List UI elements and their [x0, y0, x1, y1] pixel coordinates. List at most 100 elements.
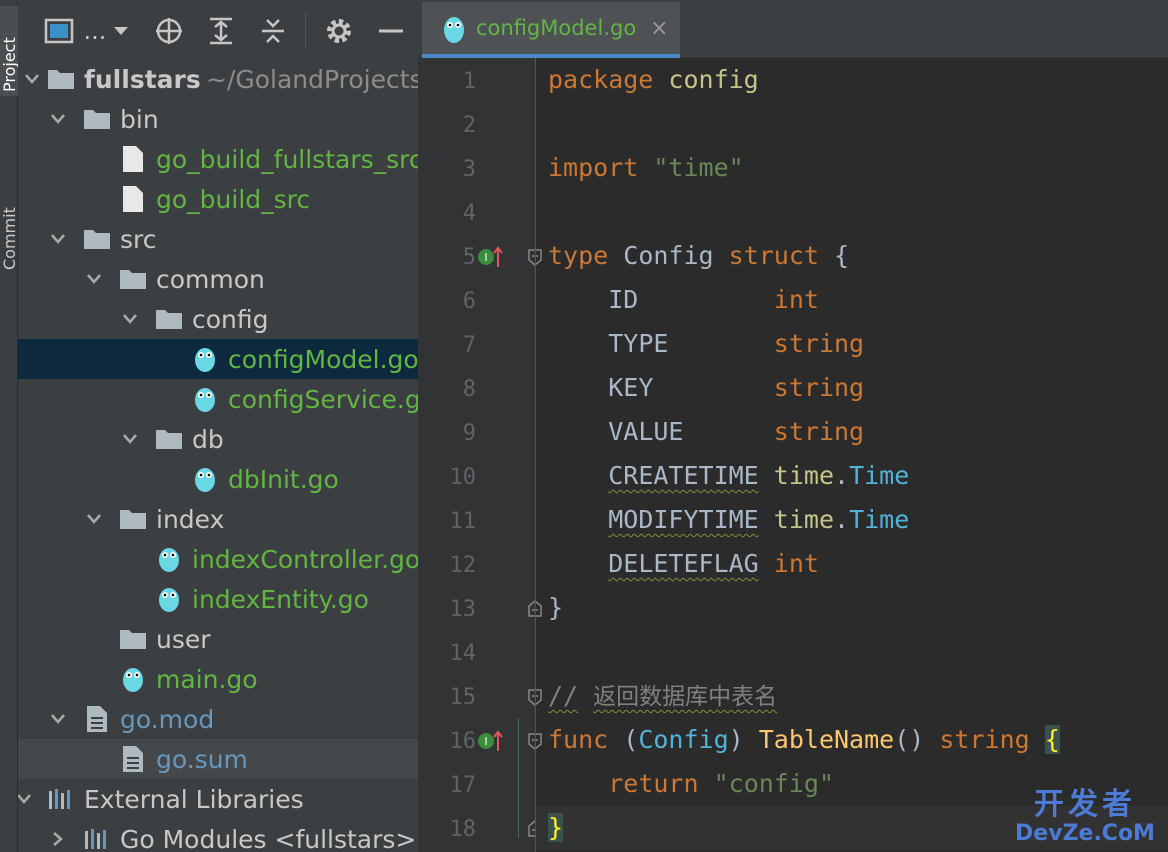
project-tool-button[interactable]: Project: [0, 6, 19, 96]
locate-icon[interactable]: [152, 14, 186, 48]
view-mode-label[interactable]: ...: [80, 14, 110, 48]
chevron-down-icon[interactable]: [84, 269, 104, 289]
field-name: CREATETIME: [608, 461, 759, 490]
svg-text:I: I: [484, 735, 487, 748]
package-name: config: [668, 65, 759, 94]
line-number: 6: [462, 289, 476, 314]
code-line-16: func (Config) TableName() string {: [548, 725, 1060, 754]
expand-all-icon[interactable]: [204, 14, 238, 48]
code-line-18: }: [548, 806, 564, 850]
function-name: TableName: [758, 725, 895, 754]
svg-text:I: I: [484, 251, 487, 264]
chevron-down-icon[interactable]: [120, 429, 140, 449]
tree-row-db[interactable]: db: [18, 419, 418, 459]
tree-row-file[interactable]: go_build_src: [18, 179, 418, 219]
tree-row-user[interactable]: user: [18, 619, 418, 659]
field-name: ID: [608, 285, 639, 314]
code-line-1: package config: [548, 58, 759, 102]
tree-row-root[interactable]: fullstars ~/GolandProjects/fullstars: [18, 59, 418, 99]
chevron-down-icon[interactable]: [22, 69, 42, 89]
folder-icon: [82, 104, 112, 134]
tree-row-index[interactable]: index: [18, 499, 418, 539]
project-panel: ... fullstars ~/GolandProjects/fullstars: [18, 0, 418, 852]
view-mode-icon[interactable]: [42, 14, 76, 48]
tree-row-file[interactable]: indexEntity.go: [18, 579, 418, 619]
tree-row-file[interactable]: indexController.go: [18, 539, 418, 579]
file-name: go_build_fullstars_src: [156, 144, 418, 174]
folder-icon: [46, 64, 76, 94]
type-name: Config: [623, 241, 714, 270]
tree-row-go-modules[interactable]: Go Modules <fullstars>: [18, 819, 418, 852]
code-line-13: }: [548, 586, 563, 630]
scope-guide: [518, 718, 519, 838]
root-folder-path: ~/GolandProjects/fullstars: [206, 64, 418, 94]
close-icon[interactable]: ×: [650, 16, 668, 41]
keyword: import: [548, 153, 639, 182]
code-line-5: type Config struct {: [548, 234, 849, 278]
folder-name: user: [156, 624, 211, 654]
field-name: KEY: [608, 373, 654, 402]
string-literal: "time": [653, 153, 744, 182]
tree-row-selected-file[interactable]: configModel.go: [18, 339, 418, 379]
implemented-interface-icon[interactable]: I: [476, 729, 504, 753]
field-name: DELETEFLAG: [608, 549, 759, 578]
chevron-down-icon[interactable]: [48, 109, 68, 129]
editor-gutter: 1 2 3 4 5 6 7 8 9 10 11 12 13 14 15 16 1…: [418, 58, 542, 852]
tree-row-src[interactable]: src: [18, 219, 418, 259]
module-file-icon: [118, 744, 148, 774]
tree-row-file[interactable]: dbInit.go: [18, 459, 418, 499]
matched-brace: }: [548, 813, 564, 842]
comment-slashes: //: [548, 681, 579, 710]
keyword: func: [548, 725, 609, 754]
code-area[interactable]: package config import "time" type Config…: [548, 58, 1168, 852]
field-type: string: [773, 417, 865, 446]
collapse-all-icon[interactable]: [256, 14, 290, 48]
folder-icon: [118, 264, 148, 294]
chevron-down-icon[interactable]: [48, 709, 68, 729]
tree-row-go-mod[interactable]: go.mod: [18, 699, 418, 739]
tree-row-common[interactable]: common: [18, 259, 418, 299]
commit-tool-button[interactable]: Commit: [0, 160, 19, 270]
field-padding: [638, 285, 773, 314]
line-number: 1: [462, 69, 476, 94]
implemented-interface-icon[interactable]: I: [476, 245, 504, 269]
go-modules-label: Go Modules <fullstars>: [120, 824, 417, 852]
line-number: 5: [462, 245, 476, 270]
chevron-down-icon[interactable]: [120, 309, 140, 329]
file-name: indexController.go: [192, 544, 418, 574]
line-number: 9: [462, 421, 476, 446]
tree-row-file[interactable]: go_build_fullstars_src: [18, 139, 418, 179]
matched-brace: {: [1044, 725, 1060, 754]
file-name: dbInit.go: [228, 464, 339, 494]
minimize-icon[interactable]: [374, 14, 408, 48]
file-name: main.go: [156, 664, 258, 694]
keyword: type: [548, 241, 609, 270]
code-line-10: CREATETIME time.Time: [608, 461, 910, 490]
chevron-right-icon[interactable]: [48, 829, 68, 849]
external-libraries-label: External Libraries: [84, 784, 304, 814]
tab-label: configModel.go: [476, 16, 637, 40]
tree-row-bin[interactable]: bin: [18, 99, 418, 139]
code-line-12: DELETEFLAG int: [548, 542, 819, 586]
gopher-icon: [154, 584, 184, 614]
chevron-down-icon[interactable]: [18, 789, 34, 809]
chevron-down-icon[interactable]: [110, 14, 132, 48]
field-name: VALUE: [608, 417, 684, 446]
tab-config-model[interactable]: configModel.go ×: [422, 2, 680, 58]
type-ref: Time: [849, 505, 910, 534]
tree-row-go-sum[interactable]: go.sum: [18, 739, 418, 779]
gear-icon[interactable]: [322, 14, 356, 48]
tree-row-file[interactable]: main.go: [18, 659, 418, 699]
line-number: 18: [449, 817, 477, 842]
chevron-down-icon[interactable]: [48, 229, 68, 249]
line-number: 15: [449, 685, 477, 710]
tree-row-file[interactable]: configService.go: [18, 379, 418, 419]
chevron-down-icon[interactable]: [84, 509, 104, 529]
field-padding: [683, 417, 773, 446]
root-folder-name: fullstars: [84, 64, 201, 94]
tree-row-config[interactable]: config: [18, 299, 418, 339]
code-editor: configModel.go × 1 2 3 4 5 6 7 8 9 10 11…: [418, 0, 1168, 852]
file-name: configModel.go: [228, 344, 418, 374]
gopher-icon: [190, 344, 220, 374]
tree-row-external-libraries[interactable]: External Libraries: [18, 779, 418, 819]
